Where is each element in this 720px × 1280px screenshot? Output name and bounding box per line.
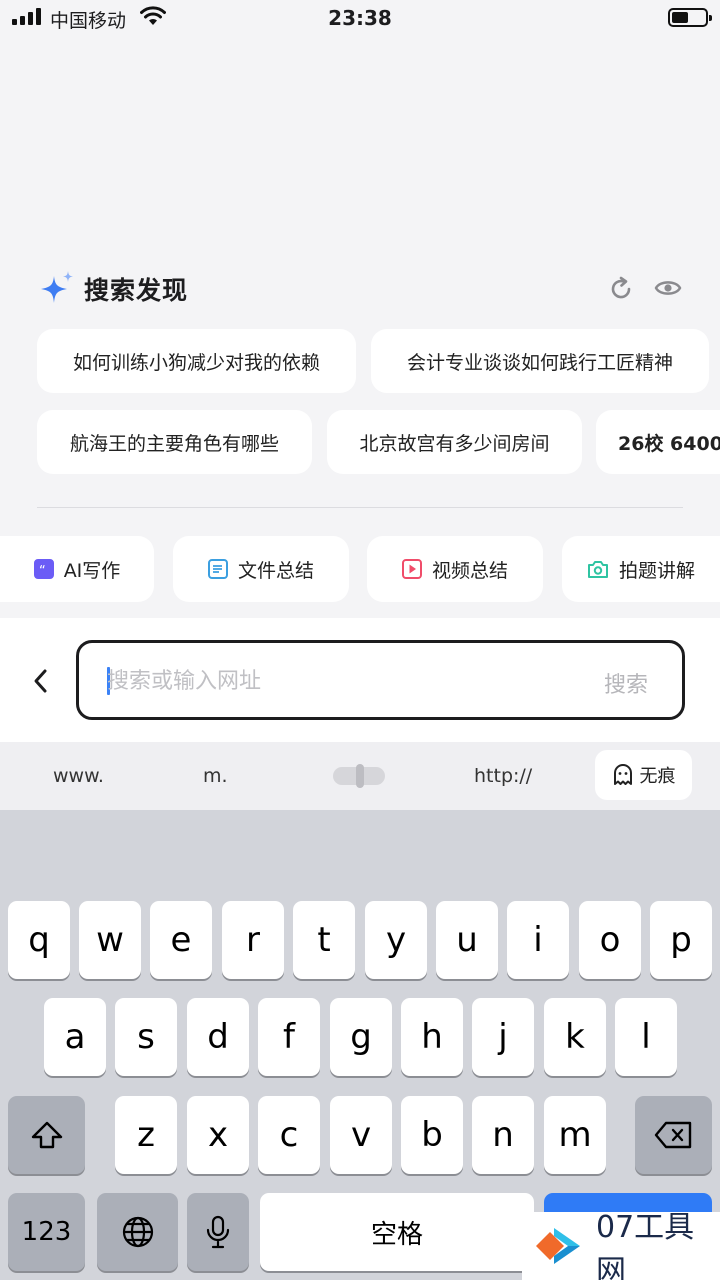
key-j[interactable]: j [472,998,534,1076]
search-button[interactable]: 搜索 [604,667,648,699]
key-n[interactable]: n [472,1096,534,1174]
space-key[interactable]: 空格 [260,1193,534,1271]
key-x[interactable]: x [187,1096,249,1174]
tool-ai-write-button[interactable]: “ AI写作 [0,536,154,602]
key-b[interactable]: b [401,1096,463,1174]
search-input[interactable] [107,661,527,701]
key-s[interactable]: s [115,998,177,1076]
key-f[interactable]: f [258,998,320,1076]
globe-icon [122,1216,153,1248]
sparkle-icon [40,270,76,310]
tool-file-summary-button[interactable]: 文件总结 [173,536,349,602]
tool-label: 拍题讲解 [618,559,695,582]
key-p[interactable]: p [650,901,712,979]
microphone-icon [206,1215,230,1249]
tool-label: AI写作 [63,559,121,582]
discovery-chip[interactable]: 会计专业谈谈如何践行工匠精神 [371,329,709,393]
document-icon [207,559,228,579]
key-d[interactable]: d [187,998,249,1076]
camera-icon [587,559,609,579]
key-c[interactable]: c [258,1096,320,1174]
tool-label: 文件总结 [237,559,314,582]
quick-http-button[interactable]: http:// [474,765,532,787]
tool-photo-question-button[interactable]: 拍题讲解 [562,536,720,602]
back-chevron-icon[interactable] [30,668,52,698]
globe-key[interactable] [97,1193,178,1271]
key-k[interactable]: k [544,998,606,1076]
tool-video-summary-button[interactable]: 视频总结 [367,536,543,602]
key-g[interactable]: g [330,998,392,1076]
numbers-key[interactable]: 123 [8,1193,85,1271]
key-t[interactable]: t [293,901,355,979]
key-e[interactable]: e [150,901,212,979]
play-icon [401,559,422,579]
ghost-icon [612,763,634,787]
discovery-chip[interactable]: 北京故宫有多少间房间 [327,410,582,474]
quote-icon: “ [33,559,54,579]
key-h[interactable]: h [401,998,463,1076]
key-q[interactable]: q [8,901,70,979]
dictation-key[interactable] [187,1193,249,1271]
discovery-header: 搜索发现 [40,268,690,310]
incognito-button[interactable]: 无痕 [595,750,692,800]
tool-label: 视频总结 [431,559,508,582]
shift-icon [31,1121,62,1149]
delete-key[interactable] [635,1096,712,1174]
key-u[interactable]: u [436,901,498,979]
watermark-logo-icon [530,1222,586,1270]
quick-m-button[interactable]: m. [203,765,228,787]
discovery-chip[interactable]: 航海王的主要角色有哪些 [37,410,312,474]
quick-www-button[interactable]: www. [53,765,104,787]
key-r[interactable]: r [222,901,284,979]
key-w[interactable]: w [79,901,141,979]
key-o[interactable]: o [579,901,641,979]
key-y[interactable]: y [365,901,427,979]
shift-key[interactable] [8,1096,85,1174]
key-v[interactable]: v [330,1096,392,1174]
watermark: 07工具网 [522,1210,720,1280]
key-l[interactable]: l [615,998,677,1076]
divider [37,507,683,508]
clock: 23:38 [328,6,392,30]
search-box[interactable]: 搜索 [76,640,685,720]
incognito-label: 无痕 [639,766,676,787]
status-bar: 中国移动 23:38 [0,0,720,40]
refresh-icon[interactable] [608,276,634,306]
key-i[interactable]: i [507,901,569,979]
eye-icon[interactable] [654,276,682,304]
key-z[interactable]: z [115,1096,177,1174]
backspace-icon [654,1121,691,1149]
key-a[interactable]: a [44,998,106,1076]
discovery-chip[interactable]: 26校 6400 [596,410,720,474]
battery-icon [668,8,712,27]
discovery-chip[interactable]: 如何训练小狗减少对我的依赖 [37,329,356,393]
discovery-title: 搜索发现 [84,276,189,305]
svg-text:“: “ [39,564,46,577]
cursor-slider[interactable] [333,764,385,788]
watermark-text: 07工具网 [596,1210,695,1280]
key-m[interactable]: m [544,1096,606,1174]
